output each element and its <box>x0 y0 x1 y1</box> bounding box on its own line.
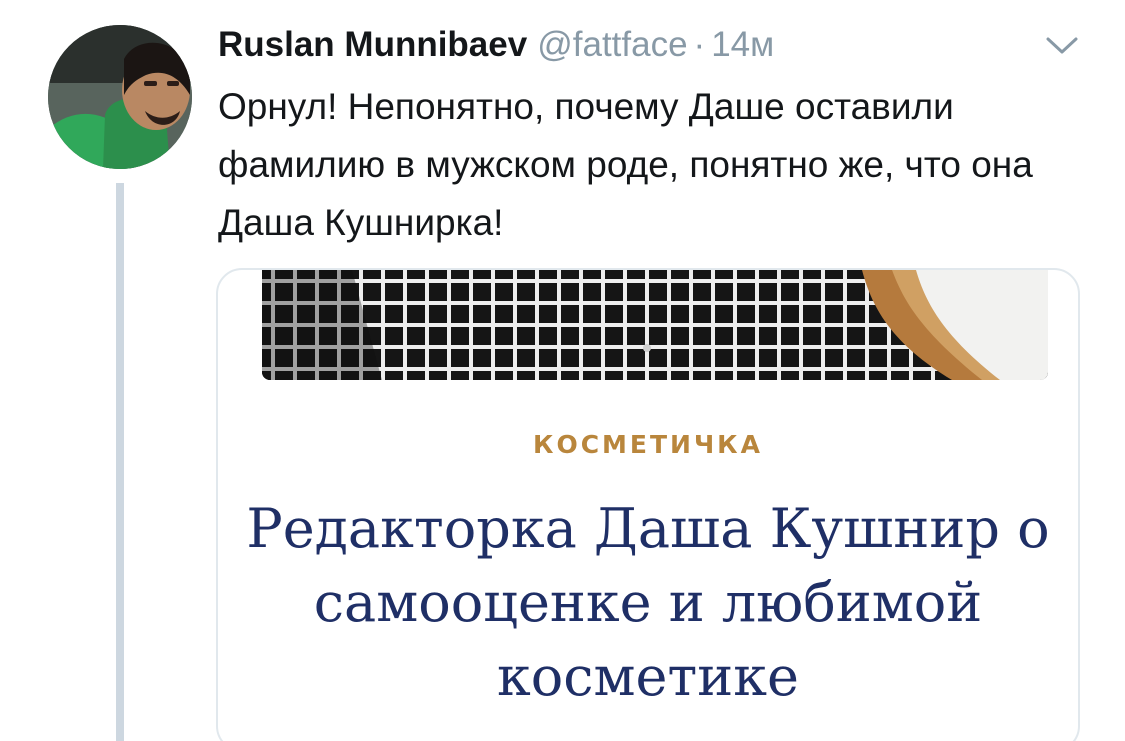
tweet[interactable]: Ruslan Munnibaev @fattface · 14м Орнул! Неп… <box>0 0 1125 741</box>
author-name[interactable]: Ruslan Munnibaev <box>218 25 527 64</box>
tweet-timestamp[interactable]: 14м <box>711 25 774 64</box>
card-category: КОСМЕТИЧКА <box>533 430 763 459</box>
tweet-header: Ruslan Munnibaev @fattface · 14м <box>218 24 774 66</box>
author-handle[interactable]: @fattface <box>537 25 687 64</box>
link-preview-card[interactable]: КОСМЕТИЧКА Редакторка Даша Кушнир о само… <box>216 268 1080 741</box>
card-image[interactable] <box>262 270 1048 380</box>
header-separator: · <box>693 25 706 64</box>
thread-connector-line <box>116 183 124 741</box>
tweet-text: Орнул! Непонятно, почему Даше оставили ф… <box>218 86 1033 243</box>
user-avatar[interactable] <box>48 25 192 169</box>
chevron-down-icon[interactable] <box>1043 34 1081 58</box>
card-title[interactable]: Редакторка Даша Кушнир о самооценке и лю… <box>218 492 1078 714</box>
